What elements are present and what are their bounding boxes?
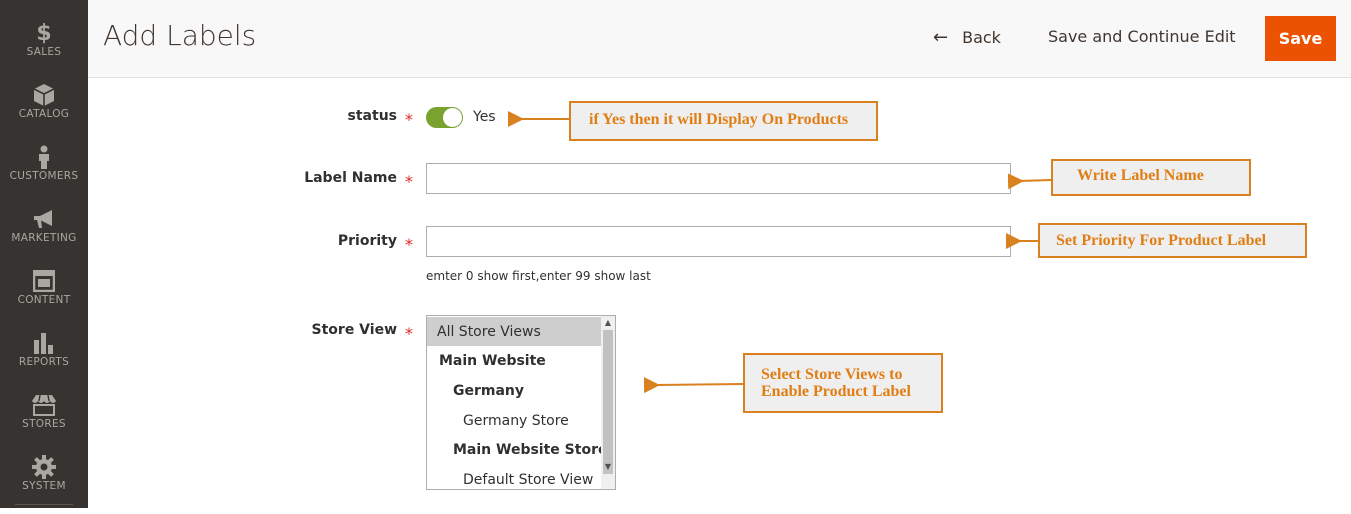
annotation-arrow-store-view — [643, 377, 744, 394]
annotation-label-name: Write Label Name — [1051, 159, 1251, 196]
annotation-priority: Set Priority For Product Label — [1038, 223, 1307, 258]
annotation-store-view-line2: Enable Product Label — [761, 383, 911, 400]
annotation-arrow-label-name — [1007, 173, 1052, 190]
annotation-store-view: Select Store Views to Enable Product Lab… — [743, 353, 943, 413]
annotation-status: if Yes then it will Display On Products — [569, 101, 878, 141]
annotation-store-view-line1: Select Store Views to — [761, 366, 903, 383]
